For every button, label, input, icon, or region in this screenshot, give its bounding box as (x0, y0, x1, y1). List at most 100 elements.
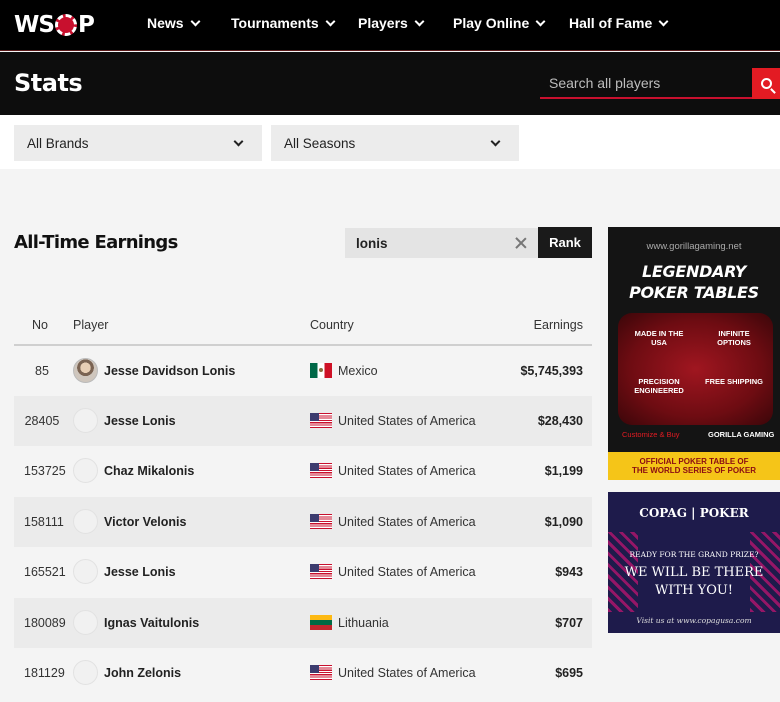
column-player: Player (73, 318, 109, 332)
ad-tagline: Customize & Buy (622, 430, 680, 439)
top-navigation: WS P News Tournaments Players Play Online… (0, 0, 780, 51)
column-earnings: Earnings (533, 318, 583, 332)
table-row[interactable]: 165521 Jesse Lonis United States of Amer… (14, 547, 592, 597)
rank-number: 153725 (24, 464, 66, 478)
player-name[interactable]: John Zelonis (104, 666, 181, 680)
table-row[interactable]: 181129 John Zelonis United States of Ame… (14, 648, 592, 698)
player-name[interactable]: Victor Velonis (104, 515, 186, 529)
table-header: No Player Country Earnings (14, 300, 592, 346)
earnings-value: $5,745,393 (520, 364, 583, 378)
usa-flag-icon (310, 564, 332, 579)
chevron-down-icon (414, 16, 425, 26)
ad-banner-line-1: OFFICIAL POKER TABLE OF (639, 457, 749, 466)
earnings-value: $707 (555, 616, 583, 630)
ad-headline-line-1: LEGENDARY (642, 262, 746, 281)
usa-flag-icon (310, 463, 332, 478)
rank-number: 165521 (24, 565, 66, 579)
wsop-logo[interactable]: WS P (14, 10, 95, 40)
earnings-value: $28,430 (537, 414, 583, 428)
ad-headline: WE WILL BE THERE WITH YOU! (608, 564, 780, 600)
column-country: Country (310, 318, 354, 332)
chevron-down-icon (233, 136, 244, 146)
player-filter-input[interactable] (356, 235, 506, 251)
avatar (73, 660, 98, 685)
avatar (73, 408, 98, 433)
chevron-down-icon (325, 16, 336, 26)
nav-news-label: News (147, 15, 184, 31)
nav-players[interactable]: Players (358, 15, 425, 31)
rank-number: 181129 (24, 666, 65, 680)
season-select-value: All Seasons (284, 135, 356, 151)
lithuania-flag-icon (310, 615, 332, 630)
player-name[interactable]: Ignas Vaitulonis (104, 616, 199, 630)
usa-flag-icon (310, 413, 332, 428)
earnings-value: $943 (555, 565, 583, 579)
country-name: United States of America (338, 565, 476, 579)
filter-bar: All Brands All Seasons (0, 115, 780, 169)
player-name[interactable]: Jesse Davidson Lonis (104, 364, 235, 378)
country-name: United States of America (338, 666, 476, 680)
logo-w: WS (14, 12, 55, 38)
earnings-value: $1,090 (544, 515, 583, 529)
ad-feature: FREE SHIPPING (705, 377, 763, 386)
rank-number: 180089 (24, 616, 66, 630)
avatar (73, 358, 98, 383)
table-row[interactable]: 28405 Jesse Lonis United States of Ameri… (14, 396, 592, 446)
country-name: United States of America (338, 515, 476, 529)
table-row[interactable]: 180089 Ignas Vaitulonis Lithuania $707 (14, 598, 592, 648)
player-name[interactable]: Jesse Lonis (104, 414, 176, 428)
usa-flag-icon (310, 514, 332, 529)
rank-button[interactable]: Rank (538, 227, 592, 258)
country-name: United States of America (338, 464, 476, 478)
player-name[interactable]: Jesse Lonis (104, 565, 176, 579)
earnings-value: $1,199 (544, 464, 583, 478)
avatar (73, 458, 98, 483)
chevron-down-icon (190, 16, 201, 26)
rank-number: 85 (35, 364, 49, 378)
search-button[interactable] (752, 68, 780, 99)
nav-tournaments-label: Tournaments (231, 15, 319, 31)
copag-ad[interactable]: COPAG | POKER READY FOR THE GRAND PRIZE?… (608, 492, 780, 633)
column-no: No (32, 318, 48, 332)
ad-banner-line-2: THE WORLD SERIES OF POKER (631, 466, 756, 475)
gorilla-gaming-ad[interactable]: www.gorillagaming.net LEGENDARY POKER TAB… (608, 227, 780, 480)
player-name[interactable]: Chaz Mikalonis (104, 464, 194, 478)
brand-select-value: All Brands (27, 135, 89, 151)
search-icon (760, 78, 772, 89)
season-select[interactable]: All Seasons (271, 125, 519, 161)
table-row[interactable]: 158111 Victor Velonis United States of A… (14, 497, 592, 547)
table-row[interactable]: 153725 Chaz Mikalonis United States of A… (14, 446, 592, 496)
ad-headline: LEGENDARY POKER TABLES (608, 261, 780, 303)
poker-table-image: MADE IN THE USA INFINITE OPTIONS PRECISI… (618, 313, 773, 425)
chevron-down-icon (490, 136, 501, 146)
logo-p: P (77, 12, 95, 38)
close-icon[interactable] (514, 236, 528, 250)
brand-select[interactable]: All Brands (14, 125, 262, 161)
mexico-flag-icon (310, 363, 332, 378)
ad-headline-line-2: POKER TABLES (629, 283, 759, 302)
player-filter (345, 228, 538, 258)
ad-feature: PRECISION ENGINEERED (634, 377, 684, 395)
rank-number: 158111 (24, 515, 64, 529)
nav-tournaments[interactable]: Tournaments (231, 15, 336, 31)
nav-hall-of-fame[interactable]: Hall of Fame (569, 15, 669, 31)
ad-question: READY FOR THE GRAND PRIZE? (629, 550, 759, 559)
ad-banner: OFFICIAL POKER TABLE OF THE WORLD SERIES … (608, 452, 780, 480)
country-name: United States of America (338, 414, 476, 428)
nav-play-online[interactable]: Play Online (453, 15, 546, 31)
ad-visit-link: Visit us at www.copagusa.com (636, 616, 752, 625)
ad-headline-line-1: WE WILL BE THERE (624, 565, 764, 580)
ad-url: www.gorillagaming.net (646, 241, 742, 252)
avatar (73, 610, 98, 635)
stats-header: Stats (0, 52, 780, 115)
nav-news[interactable]: News (147, 15, 201, 31)
search-all-players-input[interactable] (540, 68, 752, 99)
table-row[interactable]: 85 Jesse Davidson Lonis Mexico $5,745,39… (14, 346, 592, 396)
rank-number: 28405 (24, 414, 60, 428)
nav-hall-of-fame-label: Hall of Fame (569, 15, 653, 31)
page-title: Stats (14, 69, 83, 97)
avatar (73, 509, 98, 534)
chevron-down-icon (535, 16, 546, 26)
chip-icon (54, 14, 77, 36)
usa-flag-icon (310, 665, 332, 680)
